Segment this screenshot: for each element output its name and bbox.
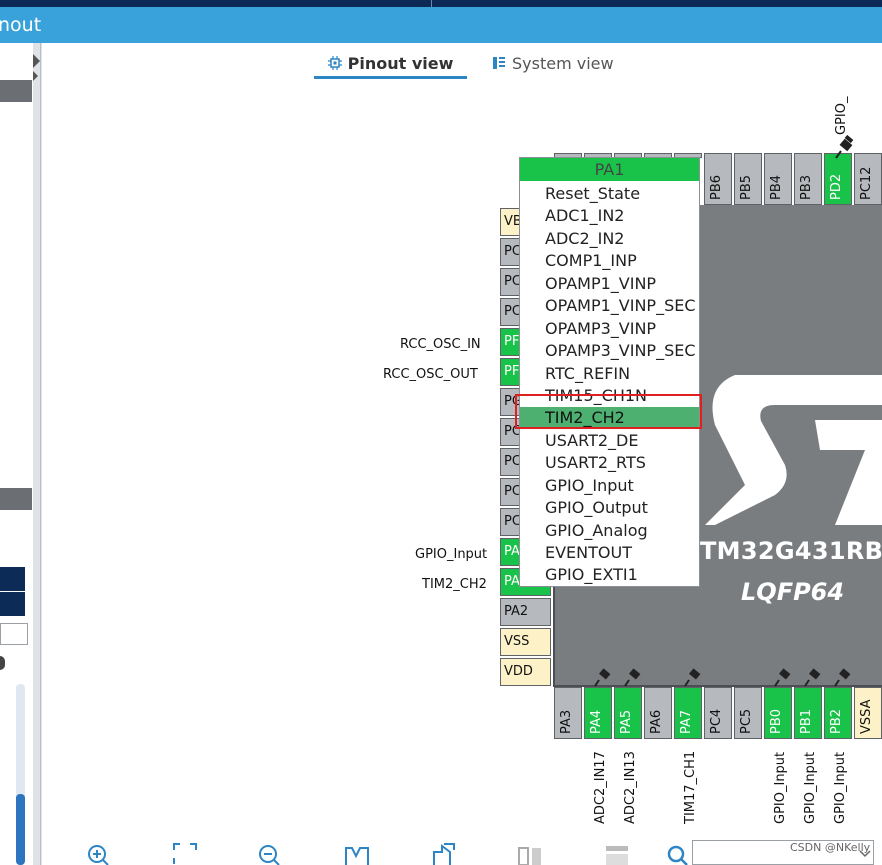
pushpin-icon [684,668,701,687]
menu-item[interactable]: GPIO_Output [520,497,699,519]
menu-item[interactable]: GPIO_EXTI1 [520,564,699,586]
menu-item[interactable]: COMP1_INP [520,250,699,272]
pin-pb3[interactable]: PB3 [794,153,822,205]
watermark: CSDN @NKelly [790,841,871,854]
panel-splitter[interactable] [33,43,42,865]
pin-signal-label: GPIO_Input [773,751,788,824]
pin-signal-label: TIM17_CH1 [683,750,698,824]
radio-button[interactable] [0,656,5,670]
tab-system-view[interactable]: System view [492,50,614,76]
chip-icon [327,56,342,70]
menu-item[interactable]: ADC2_IN2 [520,228,699,250]
pin-pa5[interactable]: PA5 [614,687,642,739]
menu-item[interactable]: RTC_REFIN [520,363,699,385]
pin-pa4[interactable]: PA4 [584,687,612,739]
tab-label: Pinout view [347,53,454,73]
list-item[interactable] [0,567,25,591]
pin-signal-label: ADC2_IN17 [593,751,608,824]
pushpin-icon [834,668,851,687]
rotate-icon[interactable] [430,842,456,865]
tab-pinout-view[interactable]: Pinout view [314,50,467,79]
search-input[interactable] [0,623,28,645]
perspective-header: nout [0,7,882,43]
pin-signal-label: RCC_OSC_IN [400,337,481,352]
zoom-out-icon[interactable] [257,842,283,865]
title-bar [0,0,882,7]
pin-function-menu[interactable]: PA1 Reset_State ADC1_IN2 ADC2_IN2 COMP1_… [519,157,700,587]
fit-to-window-icon[interactable] [172,842,198,865]
highlight-box [515,394,702,429]
menu-item[interactable]: OPAMP1_VINP_SEC [520,295,699,317]
category-header[interactable] [0,80,32,102]
pin-pc4[interactable]: PC4 [704,687,732,739]
pin-pa6[interactable]: PA6 [644,687,672,739]
list-item[interactable] [0,592,25,616]
grid-icon [493,57,505,69]
pin-signal-label: GPIO_ [834,96,849,135]
chip-package: LQFP64 [741,578,845,606]
pin-pb5[interactable]: PB5 [734,153,762,205]
tab-label: System view [512,53,614,73]
menu-item[interactable]: OPAMP1_VINP [520,273,699,295]
pushpin-icon [624,668,641,687]
menu-item[interactable]: GPIO_Analog [520,520,699,542]
pin-signal-label: GPIO_Input [415,547,488,562]
menu-item[interactable]: GPIO_Input [520,475,699,497]
pin-pb0[interactable]: PB0 [764,687,792,739]
header-title: nout [0,14,42,36]
pin-vdd[interactable]: VDD [500,658,551,686]
pushpin-icon [835,135,854,159]
menu-item[interactable]: ADC1_IN2 [520,205,699,227]
menu-item[interactable]: EVENTOUT [520,542,699,564]
search-icon[interactable] [666,842,692,865]
left-panel [0,43,33,865]
menu-item[interactable]: USART2_DE [520,430,699,452]
pin-pb1[interactable]: PB1 [794,687,822,739]
pin-signal-label: TIM2_CH2 [422,577,487,592]
mode-header[interactable] [0,488,32,510]
zoom-in-icon[interactable] [86,842,112,865]
pin-vssa[interactable]: VSSA [854,687,882,739]
pin-signal-label: GPIO_Input [833,751,848,824]
pushpin-icon [804,668,821,687]
collapse-arrow-icon[interactable] [33,51,41,81]
menu-item[interactable]: USART2_RTS [520,452,699,474]
menu-item[interactable]: OPAMP3_VINP [520,318,699,340]
pin-pb6[interactable]: PB6 [704,153,732,205]
pushpin-icon [594,668,611,687]
pin-signal-label: GPIO_Input [803,751,818,824]
split-view-icon[interactable] [517,842,543,865]
pin-pc5[interactable]: PC5 [734,687,762,739]
pin-signal-label: ADC2_IN13 [623,751,638,824]
pin-pa7[interactable]: PA7 [674,687,702,739]
pin-signal-label: RCC_OSC_OUT [383,367,478,382]
menu-pin-header: PA1 [520,158,699,181]
pushpin-icon [774,668,791,687]
menu-item[interactable]: OPAMP3_VINP_SEC [520,340,699,362]
scrollbar-thumb[interactable] [16,794,25,865]
pin-pb4[interactable]: PB4 [764,153,792,205]
menu-item[interactable]: Reset_State [520,183,699,205]
pin-pb2[interactable]: PB2 [824,687,852,739]
layout-icon[interactable] [604,842,630,865]
export-icon[interactable] [344,842,370,865]
pin-pa2[interactable]: PA2 [500,598,551,626]
st-logo-icon [705,375,882,525]
pin-pa3[interactable]: PA3 [554,687,582,739]
chip-part-number: TM32G431RBT [700,537,882,565]
pin-vss[interactable]: VSS [500,628,551,656]
